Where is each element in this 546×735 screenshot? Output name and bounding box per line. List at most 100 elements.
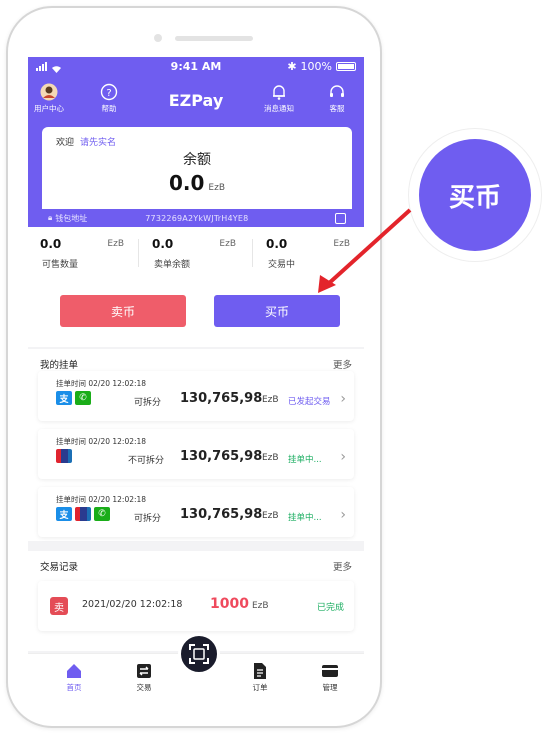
chevron-right-icon: › [340, 449, 346, 465]
stat-label: 可售数量 [42, 260, 79, 270]
service-label: 客服 [329, 104, 345, 113]
wallet-label: 钱包地址 [55, 213, 88, 223]
stat-sell-balance: 0.0 EzB 卖单余额 [140, 237, 248, 273]
payment-methods: 支 ✆ [56, 507, 110, 521]
trade-time: 2021/02/20 12:02:18 [82, 599, 183, 610]
alipay-icon: 支 [56, 507, 72, 521]
balance-card: 欢迎 请先实名 余额 0.0 EzB 🔒︎ 钱包地址 7732269A2YkWJTr… [42, 127, 352, 227]
stat-value: 0.0 [152, 237, 174, 251]
nav-service[interactable]: 客服 [328, 83, 346, 114]
trade-amount: 1000 [210, 596, 249, 612]
nav-notifications[interactable]: 消息通知 [264, 83, 294, 114]
payment-methods: 支 ✆ [56, 391, 91, 405]
order-unit: EzB [262, 395, 279, 405]
order-unit: EzB [262, 453, 279, 463]
stat-unit: EzB [333, 239, 350, 249]
headset-icon [328, 83, 346, 101]
tab-trade[interactable]: 交易 [124, 662, 164, 693]
order-time: 挂单时间 02/20 12:02:18 [56, 379, 147, 388]
wechat-pay-icon: ✆ [75, 391, 91, 405]
bluetooth-icon: ✱ [287, 60, 297, 73]
app-title: EZPay [168, 91, 224, 110]
stat-unit: EzB [107, 239, 124, 249]
stat-trading: 0.0 EzB 交易中 [254, 237, 362, 273]
my-orders-more-link[interactable]: 更多 [333, 357, 352, 371]
order-amount: 130,765,98 [180, 507, 263, 522]
order-unit: EzB [262, 511, 279, 521]
tab-manage[interactable]: 管理 [310, 662, 350, 693]
tab-home-label: 首页 [66, 683, 82, 692]
tab-orders[interactable]: 订单 [240, 662, 280, 693]
speaker-grille [175, 36, 253, 41]
unionpay-icon [75, 507, 91, 521]
wallet-address-bar: 🔒︎ 钱包地址 7732269A2YkWJTrH4YE8 [42, 209, 352, 227]
trade-records-header: 交易记录 更多 [40, 559, 352, 573]
unionpay-icon [56, 449, 72, 463]
order-row[interactable]: 挂单时间 02/20 12:02:18 不可拆分 130,765,98 EzB … [38, 429, 354, 479]
welcome-text: 欢迎 [56, 138, 75, 148]
order-split: 不可拆分 [128, 456, 165, 466]
stat-value: 0.0 [266, 237, 288, 251]
status-bar: 9:41 AM ✱ 100% [28, 57, 364, 77]
my-orders-title: 我的挂单 [40, 360, 79, 371]
notifications-label: 消息通知 [264, 104, 294, 113]
home-icon [65, 662, 83, 680]
order-time: 挂单时间 02/20 12:02:18 [56, 495, 147, 504]
trade-record-row[interactable]: 卖 2021/02/20 12:02:18 1000 EzB 已完成 [38, 581, 354, 631]
welcome-line: 欢迎 请先实名 [56, 135, 116, 148]
order-split: 可拆分 [134, 514, 162, 524]
battery-group: ✱ 100% [287, 60, 356, 73]
balance-label: 余额 [183, 152, 211, 168]
card-icon [321, 662, 339, 680]
action-buttons: 卖币 买币 [28, 281, 364, 347]
divider [138, 239, 139, 267]
my-orders-section: 我的挂单 更多 挂单时间 02/20 12:02:18 支 ✆ 可拆分 130,… [28, 349, 364, 541]
order-status: 挂单中... [288, 513, 322, 523]
battery-icon [336, 62, 356, 71]
order-time: 挂单时间 02/20 12:02:18 [56, 437, 147, 446]
swap-icon [135, 662, 153, 680]
trade-records-title: 交易记录 [40, 562, 79, 573]
front-camera [154, 34, 162, 42]
wechat-pay-icon: ✆ [94, 507, 110, 521]
wallet-address: 7732269A2YkWJTrH4YE8 [145, 213, 249, 223]
sell-tag-icon: 卖 [50, 597, 68, 615]
chevron-right-icon: › [340, 391, 346, 407]
chevron-right-icon: › [340, 507, 346, 523]
sell-button[interactable]: 卖币 [60, 295, 186, 327]
document-icon [251, 662, 269, 680]
tab-trade-label: 交易 [136, 683, 152, 692]
stat-value: 0.0 [40, 237, 62, 251]
tab-home[interactable]: 首页 [54, 662, 94, 693]
divider [252, 239, 253, 267]
order-amount: 130,765,98 [180, 449, 263, 464]
trade-records-more-link[interactable]: 更多 [333, 559, 352, 573]
balance-value: 0.0 EzB [42, 171, 352, 195]
copy-icon[interactable] [335, 212, 346, 224]
tab-orders-label: 订单 [252, 683, 268, 692]
order-status: 已发起交易 [288, 397, 331, 407]
app-screen: 9:41 AM ✱ 100% 用户中心 ? 帮助 EZPay 消息通知 客服 欢… [28, 57, 364, 705]
tab-manage-label: 管理 [322, 683, 338, 692]
order-split: 可拆分 [134, 398, 162, 408]
balance-amount: 0.0 [168, 171, 205, 195]
lock-icon: 🔒︎ [48, 213, 53, 222]
payment-methods [56, 449, 72, 463]
bell-icon [270, 83, 288, 101]
alipay-icon: 支 [56, 391, 72, 405]
balance-unit: EzB [208, 183, 226, 193]
stat-label: 卖单余额 [154, 260, 191, 270]
order-row[interactable]: 挂单时间 02/20 12:02:18 支 ✆ 可拆分 130,765,98 E… [38, 487, 354, 537]
callout-label: 买币 [419, 139, 531, 251]
top-nav: 用户中心 ? 帮助 EZPay 消息通知 客服 [28, 83, 364, 121]
order-row[interactable]: 挂单时间 02/20 12:02:18 支 ✆ 可拆分 130,765,98 E… [38, 371, 354, 421]
stat-unit: EzB [219, 239, 236, 249]
my-orders-header: 我的挂单 更多 [40, 357, 352, 371]
scan-button[interactable] [178, 633, 220, 675]
buy-button[interactable]: 买币 [214, 295, 340, 327]
phone-frame: 9:41 AM ✱ 100% 用户中心 ? 帮助 EZPay 消息通知 客服 欢… [6, 6, 382, 728]
verify-link[interactable]: 请先实名 [80, 138, 116, 148]
order-status: 挂单中... [288, 455, 322, 465]
trade-status: 已完成 [316, 603, 344, 613]
order-amount: 130,765,98 [180, 391, 263, 406]
